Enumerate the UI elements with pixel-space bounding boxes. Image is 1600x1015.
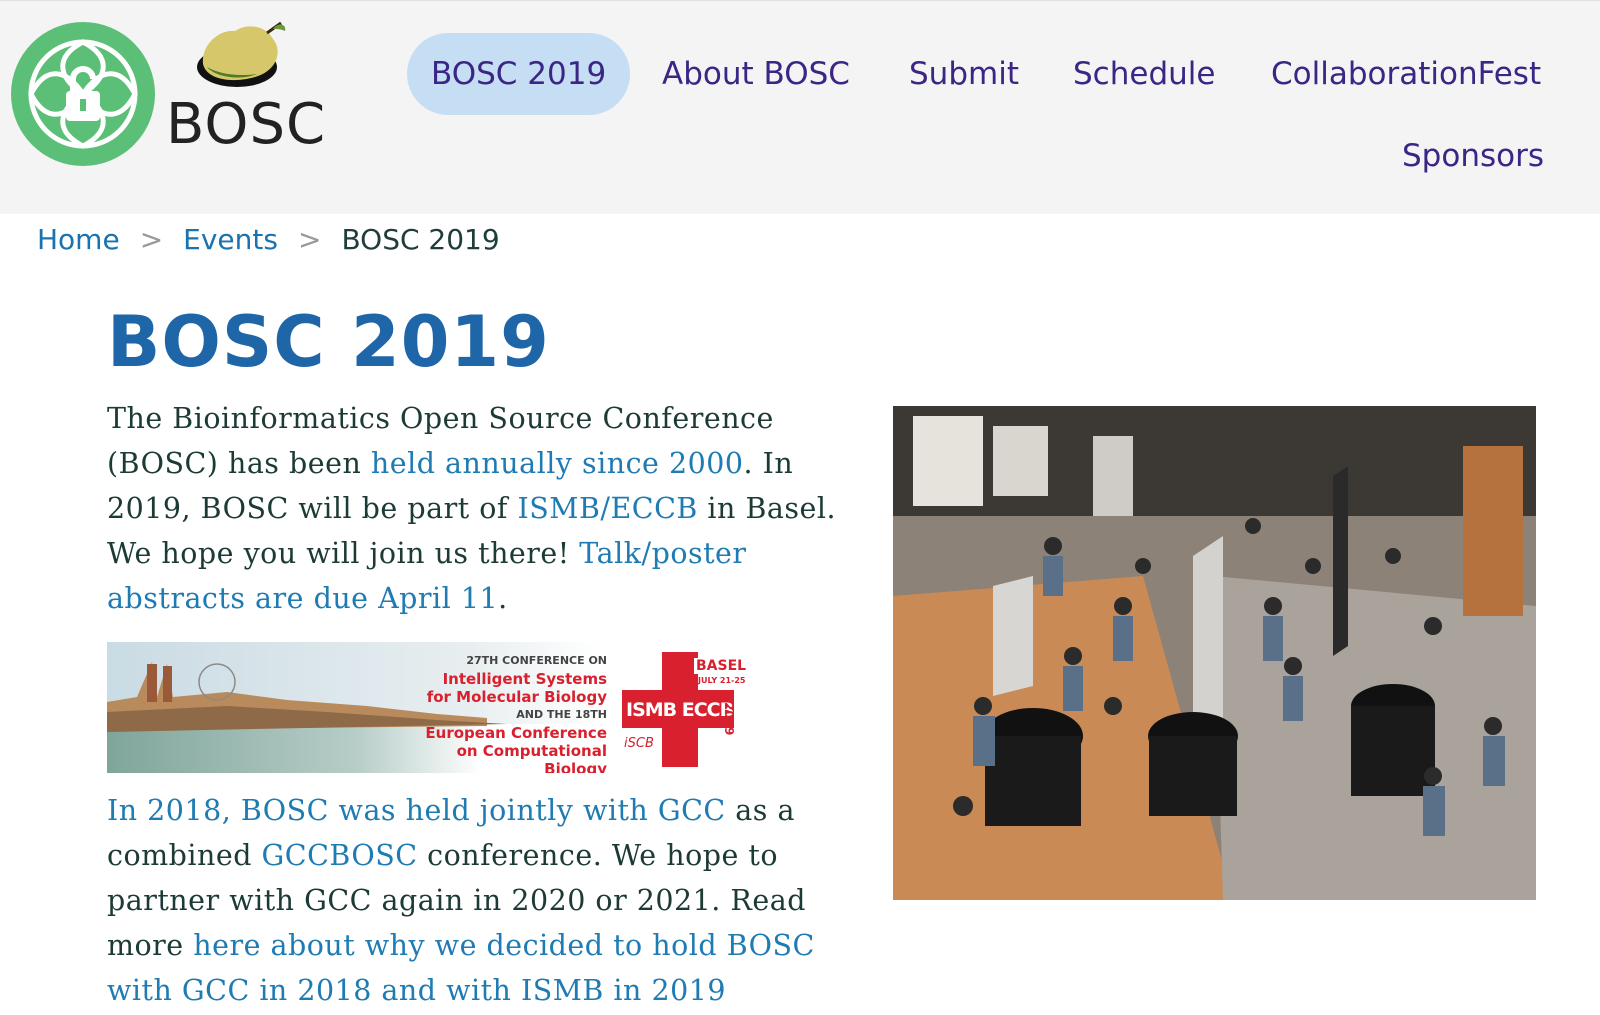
banner-line4: AND THE 18TH xyxy=(516,708,607,721)
breadcrumb-events[interactable]: Events xyxy=(183,223,278,256)
badge-dates: JULY 21-25 xyxy=(698,676,746,685)
ismb-eccb-badge: BASEL JULY 21-25 ISMB ECCB 2019 iSCB xyxy=(622,652,757,767)
link-why-gcc-ismb[interactable]: here about why we decided to hold BOSC w… xyxy=(107,929,815,1007)
breadcrumb: Home > Events > BOSC 2019 xyxy=(37,218,500,262)
breadcrumb-separator: > xyxy=(139,223,164,256)
breadcrumb-home[interactable]: Home xyxy=(37,223,120,256)
nav-sponsors[interactable]: Sponsors xyxy=(1402,115,1544,197)
nav-schedule[interactable]: Schedule xyxy=(1073,33,1215,115)
bosc-wordmark: BOSC xyxy=(166,92,327,157)
link-gccbosc[interactable]: GCCBOSC xyxy=(262,839,418,872)
breadcrumb-separator: > xyxy=(297,223,322,256)
nav-bosc-2019[interactable]: BOSC 2019 xyxy=(407,33,631,115)
banner-line3: for Molecular Biology xyxy=(426,688,607,706)
page-title: BOSC 2019 xyxy=(107,301,550,383)
badge-name: ISMB ECCB xyxy=(626,699,734,721)
link-ismb-eccb[interactable]: ISMB/ECCB xyxy=(517,492,697,525)
banner-line5: European Conference xyxy=(425,724,607,742)
nav-about-bosc[interactable]: About BOSC xyxy=(662,33,850,115)
bosc-logo[interactable]: BOSC xyxy=(160,19,325,159)
ismb-eccb-banner[interactable]: 27TH CONFERENCE ON Intelligent Systems f… xyxy=(107,642,767,773)
badge-city: BASEL xyxy=(694,658,749,674)
text: . xyxy=(498,582,508,615)
nav-collaborationfest[interactable]: CollaborationFest xyxy=(1271,33,1541,115)
banner-line6: on Computational Biology xyxy=(456,742,607,773)
intro-paragraph: The Bioinformatics Open Source Conferenc… xyxy=(107,396,837,621)
breadcrumb-current: BOSC 2019 xyxy=(341,223,500,256)
link-held-jointly-gcc[interactable]: In 2018, BOSC was held jointly with GCC xyxy=(107,794,726,827)
badge-year: 2019 xyxy=(722,702,736,736)
obf-logo[interactable] xyxy=(10,21,156,167)
link-held-annually[interactable]: held annually since 2000 xyxy=(371,447,744,480)
poster-session-photo xyxy=(893,406,1536,900)
site-header: BOSC BOSC 2019 About BOSC Submit Schedul… xyxy=(0,0,1600,214)
gcc-paragraph: In 2018, BOSC was held jointly with GCC … xyxy=(107,788,837,1013)
banner-line1: 27TH CONFERENCE ON xyxy=(466,654,607,667)
pear-icon xyxy=(197,21,286,87)
banner-line2: Intelligent Systems xyxy=(442,670,607,688)
badge-org: iSCB xyxy=(624,736,654,751)
nav-submit[interactable]: Submit xyxy=(909,33,1019,115)
